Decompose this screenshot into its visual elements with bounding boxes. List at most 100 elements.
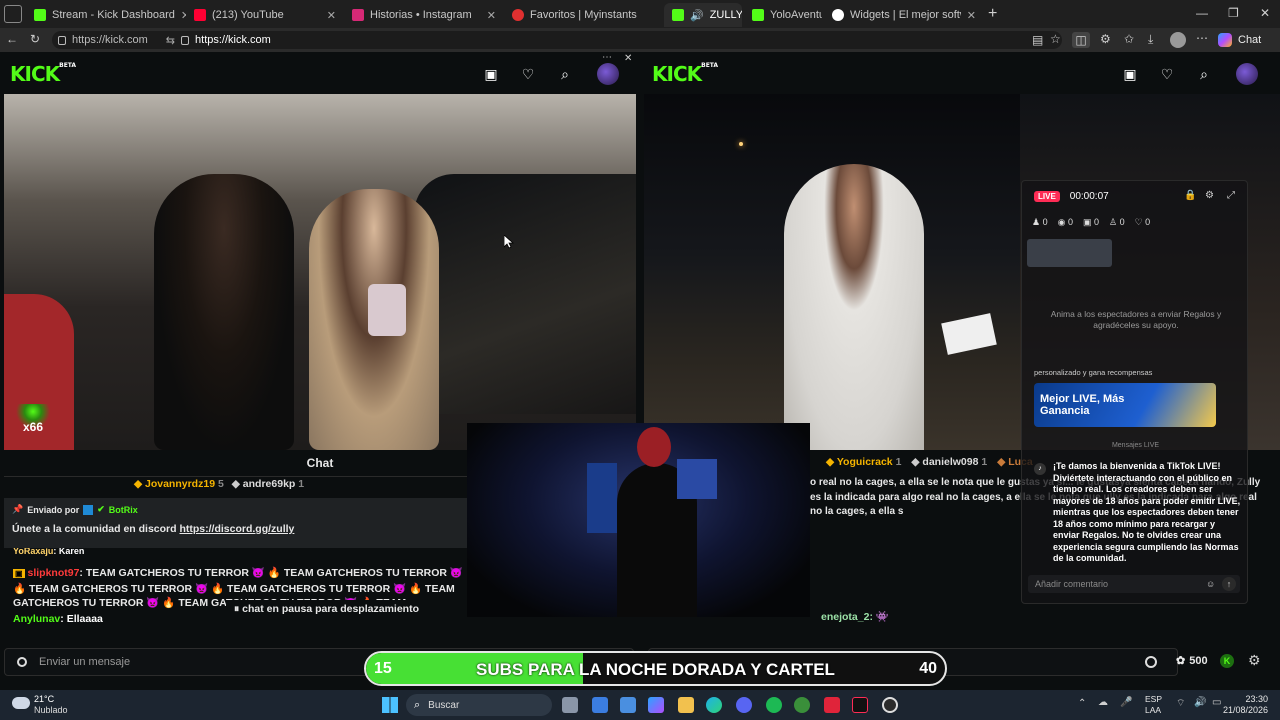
search-icon[interactable]: ⌕ bbox=[556, 65, 574, 83]
windows-start-icon[interactable] bbox=[382, 697, 398, 713]
store-icon[interactable] bbox=[620, 697, 636, 713]
search-icon[interactable]: ⌕ bbox=[1195, 65, 1213, 83]
lock-icon[interactable]: 🔒 bbox=[1184, 190, 1196, 201]
tray-expand-icon[interactable]: ⌃ bbox=[1078, 698, 1086, 709]
copilot-icon[interactable] bbox=[1218, 33, 1232, 47]
new-tab-icon[interactable]: + bbox=[988, 5, 997, 23]
reload-icon[interactable]: ↻ bbox=[30, 32, 40, 46]
profile-avatar[interactable] bbox=[1170, 32, 1186, 48]
chat-paused-notice[interactable]: ⏸ chat en pausa para desplazamiento bbox=[226, 600, 427, 620]
chat-username[interactable]: enejota_2: bbox=[821, 611, 873, 623]
gifter-item[interactable]: ◆ Jovannyrdz19 5 bbox=[134, 478, 224, 490]
send-icon[interactable]: ↑ bbox=[1222, 577, 1236, 591]
close-tab-icon[interactable]: ✕ bbox=[967, 9, 976, 22]
cloud-icon[interactable]: ☁ bbox=[1098, 697, 1108, 708]
file-explorer-icon[interactable] bbox=[678, 697, 694, 713]
url-field[interactable]: https://kick.com ⇆ https://kick.com bbox=[52, 31, 1062, 49]
minimize-icon[interactable]: — bbox=[1196, 6, 1208, 20]
streaming-app-icon[interactable] bbox=[824, 697, 840, 713]
maximize-icon[interactable]: ❐ bbox=[1228, 6, 1239, 20]
close-tab-icon[interactable]: ✕ bbox=[327, 9, 336, 22]
tab-zully[interactable]: 🔊ZULLY✕ bbox=[664, 3, 742, 27]
battery-icon[interactable]: ▭ bbox=[1212, 697, 1221, 708]
favorite-star-icon[interactable]: ☆ bbox=[1050, 32, 1061, 46]
notes-app-icon[interactable] bbox=[592, 697, 608, 713]
xbox-icon[interactable] bbox=[794, 697, 810, 713]
expand-icon[interactable]: ⤢ bbox=[1227, 190, 1235, 201]
tab-youtube[interactable]: (213) YouTube ✕ bbox=[186, 3, 344, 27]
logo-text: KICK bbox=[652, 62, 702, 86]
tab-myinstants[interactable]: Favoritos | Myinstants bbox=[504, 3, 662, 27]
emoji-icon[interactable]: ☺ bbox=[1206, 579, 1215, 589]
favorites-icon[interactable]: ✩ bbox=[1124, 32, 1134, 46]
download-icon[interactable]: ⤓ bbox=[1148, 32, 1153, 47]
stream-video[interactable]: x66 bbox=[4, 94, 636, 450]
kick-logo[interactable]: KICKBETA bbox=[652, 62, 718, 86]
follow-heart-icon[interactable]: ♡ bbox=[1158, 65, 1176, 83]
edge-icon[interactable] bbox=[706, 697, 722, 713]
promo-banner[interactable]: Mejor LIVE, Más Ganancia bbox=[1034, 383, 1216, 427]
tab-instagram[interactable]: Historias • Instagram ✕ bbox=[344, 3, 504, 27]
back-icon[interactable]: ← bbox=[6, 32, 18, 46]
clock-time[interactable]: 23:30 bbox=[1245, 694, 1268, 704]
weather-desc[interactable]: Nublado bbox=[34, 705, 68, 715]
spotify-icon[interactable] bbox=[766, 697, 782, 713]
gifter-item[interactable]: ◆ danielw098 1 bbox=[911, 456, 987, 468]
more-icon[interactable]: ⋯ bbox=[1196, 31, 1208, 45]
chat-username[interactable]: slipknot97 bbox=[27, 567, 79, 579]
live-badge: LIVE bbox=[1034, 191, 1060, 202]
task-view-icon[interactable] bbox=[562, 697, 578, 713]
chat-username[interactable]: Anylunav bbox=[13, 613, 60, 625]
extensions-icon[interactable]: ⚙ bbox=[1100, 32, 1111, 46]
speaker-icon[interactable]: 🔊 bbox=[690, 9, 704, 22]
split-link-icon[interactable]: ⇆ bbox=[166, 34, 175, 47]
taskbar-search[interactable]: ⌕ Buscar bbox=[406, 694, 552, 716]
kick-logo[interactable]: KICKBETA bbox=[10, 62, 76, 86]
follow-heart-icon[interactable]: ♡ bbox=[519, 65, 537, 83]
chat-username[interactable]: YoRaxaju bbox=[13, 548, 53, 556]
close-window-icon[interactable]: ✕ bbox=[1260, 6, 1270, 20]
kick-header: KICKBETA ▣ ♡ ⌕ bbox=[642, 54, 1280, 94]
emoji-icon[interactable] bbox=[1145, 656, 1157, 668]
tiktok-app-icon[interactable] bbox=[852, 697, 868, 713]
poster-frame bbox=[677, 459, 717, 499]
volume-icon[interactable]: 🔊 bbox=[1194, 697, 1206, 708]
gifter-item[interactable]: ◆ andre69kp 1 bbox=[232, 478, 304, 490]
drops-icon[interactable]: ▣ bbox=[1121, 65, 1139, 83]
pinned-message[interactable]: 📌 Enviado por ✔ BotRix Únete a la comuni… bbox=[4, 498, 467, 548]
reader-icon[interactable]: ▤ bbox=[1032, 33, 1043, 47]
pane-close-icon[interactable]: ✕ bbox=[624, 53, 632, 64]
stream-video[interactable] bbox=[644, 94, 1020, 450]
points-display[interactable]: ✿ 500 bbox=[1176, 654, 1208, 668]
gifter-item[interactable]: ◆ Yoguicrack 1 bbox=[826, 456, 901, 468]
settings-gear-icon[interactable]: ⚙ bbox=[1248, 652, 1261, 669]
tab-widgets[interactable]: Widgets | El mejor software para p ✕ bbox=[824, 3, 984, 27]
obs-icon[interactable] bbox=[882, 697, 898, 713]
mic-icon[interactable]: 🎤 bbox=[1120, 697, 1132, 708]
copilot-chat-label[interactable]: Chat bbox=[1238, 34, 1261, 46]
weather-icon[interactable] bbox=[12, 697, 30, 709]
pane-menu-icon[interactable]: ⋯ bbox=[602, 52, 612, 63]
copilot-app-icon[interactable] bbox=[648, 697, 664, 713]
user-avatar[interactable] bbox=[597, 63, 619, 85]
discord-link[interactable]: https://discord.gg/zully bbox=[179, 523, 294, 535]
emote-icon[interactable] bbox=[17, 657, 27, 667]
clock-date[interactable]: 21/08/2026 bbox=[1223, 705, 1268, 715]
pinned-text: Únete a la comunidad en discord bbox=[12, 523, 180, 535]
crown-icon: ◆ bbox=[826, 456, 835, 468]
silver-icon: ◆ bbox=[911, 456, 920, 468]
discord-icon[interactable] bbox=[736, 697, 752, 713]
tab-yoloaventu[interactable]: YoloAventu✕ bbox=[744, 3, 822, 27]
wifi-icon[interactable]: ⌔ bbox=[1176, 697, 1185, 710]
drops-icon[interactable]: ▣ bbox=[482, 65, 500, 83]
keyboard-layout[interactable]: LAA bbox=[1145, 705, 1161, 715]
close-tab-icon[interactable]: ✕ bbox=[487, 9, 496, 22]
split-screen-icon[interactable]: ◫ bbox=[1072, 32, 1090, 48]
weather-temp[interactable]: 21°C bbox=[34, 694, 54, 704]
settings-icon[interactable]: ⚙ bbox=[1205, 190, 1214, 201]
keyboard-lang[interactable]: ESP bbox=[1145, 694, 1162, 704]
user-avatar[interactable] bbox=[1236, 63, 1258, 85]
kick-k-icon[interactable]: K bbox=[1220, 654, 1234, 668]
browser-menu-icon[interactable] bbox=[4, 5, 22, 23]
tab-kick-dashboard[interactable]: Stream - Kick Dashboard ✕ bbox=[26, 3, 186, 27]
